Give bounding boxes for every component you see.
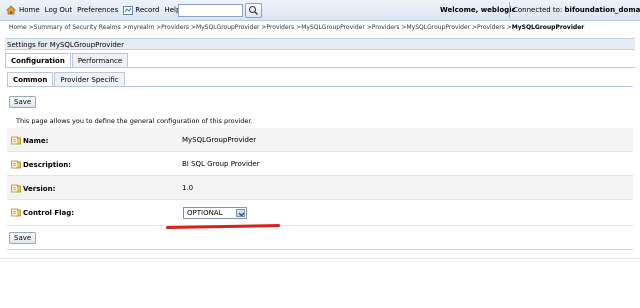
tab-provider-specific[interactable]: Provider Specific (54, 72, 125, 86)
field-label-name: Name: (11, 136, 48, 145)
field-value-description: BI SQL Group Provider (182, 160, 260, 168)
tab-divider (5, 67, 635, 68)
connected-domain: bifoundation_domain (564, 6, 640, 14)
toolbar-divider (509, 2, 510, 18)
field-info-icon (11, 184, 21, 193)
chevron-down-icon[interactable] (236, 209, 245, 217)
control-flag-value: OPTIONAL (187, 209, 223, 217)
field-row-version: Version: 1.0 (7, 176, 633, 200)
dropdown-arrow-glyph (238, 212, 245, 217)
nav-home-link[interactable]: Home (19, 6, 40, 14)
tab-common[interactable]: Common (7, 72, 54, 86)
settings-header: Settings for MySQLGroupProvider (5, 38, 635, 50)
field-info-icon (11, 136, 21, 145)
search-input[interactable] (178, 4, 243, 17)
field-info-icon (11, 160, 21, 169)
record-icon[interactable] (123, 5, 134, 15)
tab-configuration[interactable]: Configuration (5, 53, 71, 67)
field-label-control-flag: Control Flag: (11, 208, 74, 217)
section-divider (7, 249, 633, 250)
field-label-description: Description: (11, 160, 71, 169)
field-row-control-flag: Control Flag: (7, 200, 633, 226)
page-divider (0, 258, 640, 259)
subtab-divider (7, 86, 633, 87)
breadcrumb-current: MySQLGroupProvider (511, 24, 585, 31)
field-info-icon (11, 208, 21, 217)
search-icon (248, 5, 258, 15)
welcome-text: Welcome, weblogic (440, 6, 516, 14)
save-button-bottom[interactable]: Save (9, 232, 37, 244)
main-tabs: Configuration Performance (5, 53, 129, 67)
intro-text: This page allows you to define the gener… (16, 117, 253, 125)
tab-performance[interactable]: Performance (71, 53, 129, 67)
connected-label: Connected to: (513, 6, 563, 14)
field-label-version: Version: (11, 184, 55, 193)
control-flag-select[interactable]: OPTIONAL (183, 207, 247, 219)
sub-tabs: Common Provider Specific (7, 72, 126, 86)
top-nav: Home Log Out Preferences Record Help (6, 5, 185, 15)
breadcrumb: Home >Summary of Security Realms >myreal… (9, 24, 584, 31)
breadcrumb-path[interactable]: Home >Summary of Security Realms >myreal… (9, 24, 512, 31)
field-row-name: Name: MySQLGroupProvider (7, 128, 633, 152)
annotation-underline (165, 224, 281, 229)
connected-to: Connected to: bifoundation_domain (513, 6, 640, 14)
nav-record-link[interactable]: Record (135, 6, 159, 14)
search-button[interactable] (245, 3, 262, 18)
nav-preferences-link[interactable]: Preferences (77, 6, 118, 14)
field-row-description: Description: BI SQL Group Provider (7, 152, 633, 176)
field-value-version: 1.0 (182, 184, 194, 192)
nav-logout-link[interactable]: Log Out (45, 6, 72, 14)
top-toolbar: Home Log Out Preferences Record Help Wel… (0, 0, 640, 21)
home-icon[interactable] (6, 5, 16, 15)
save-button-top[interactable]: Save (9, 96, 37, 108)
field-value-name: MySQLGroupProvider (182, 136, 257, 144)
